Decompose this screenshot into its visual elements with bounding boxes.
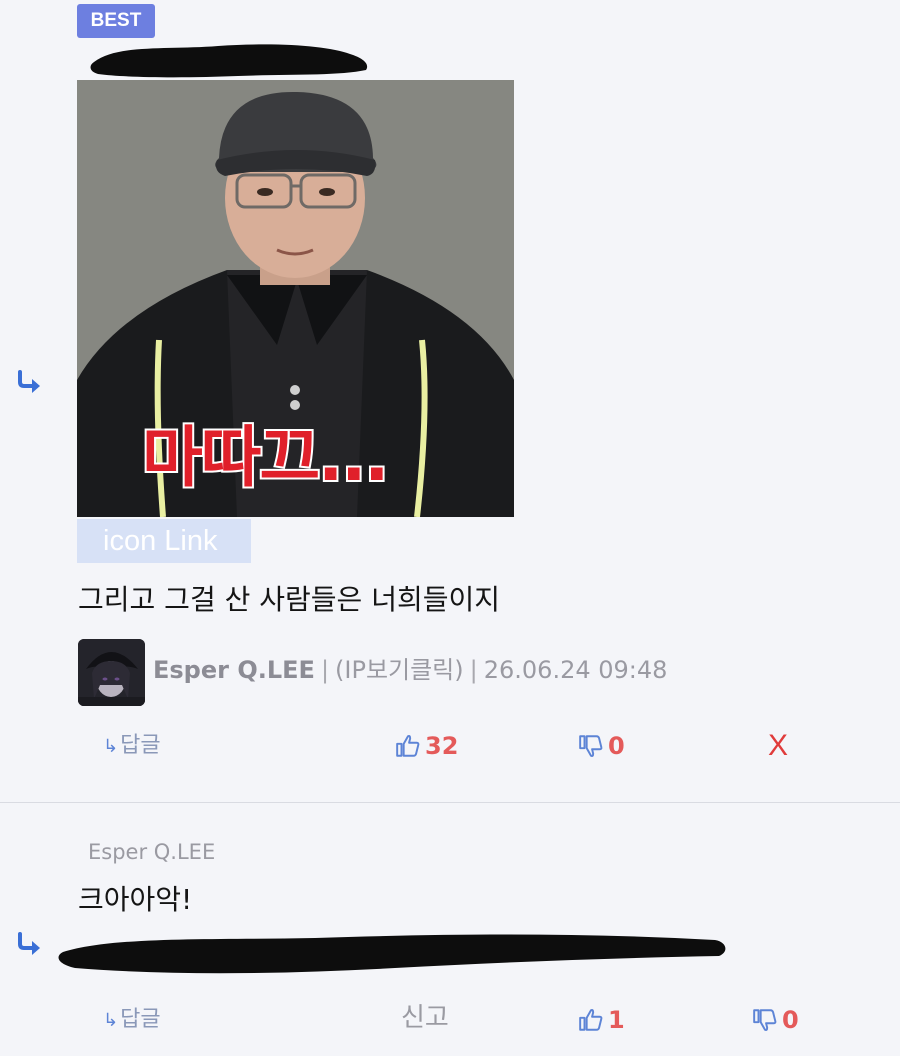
comment-datetime: 26.06.24 09:48 [483, 656, 668, 684]
upvote-count: 1 [608, 1006, 625, 1034]
author-line: Esper Q.LEE | (IP보기클릭) | 26.06.24 09:48 [153, 652, 667, 688]
reply-button[interactable]: ↳답글 [103, 728, 161, 764]
reply-arrow-icon [18, 370, 40, 393]
reply-to-author[interactable]: Esper Q.LEE [88, 840, 215, 864]
thumbs-up-icon [579, 1009, 603, 1031]
downvote-button[interactable]: 0 [578, 728, 625, 764]
reply-button[interactable]: ↳답글 [103, 1002, 161, 1038]
comment-text: 그리고 그걸 산 사람들은 너희들이지 [78, 583, 501, 616]
separator: | [469, 656, 478, 684]
best-badge: BEST [77, 4, 155, 38]
reply-label: 답글 [120, 1007, 161, 1032]
ip-view-link[interactable]: (IP보기클릭) [335, 656, 464, 684]
delete-button[interactable]: X [768, 728, 788, 764]
reply-arrow-icon: ↳ [103, 736, 119, 757]
avatar-image [78, 639, 145, 706]
avatar[interactable] [78, 639, 145, 706]
downvote-count: 0 [608, 732, 625, 760]
icon-link-button[interactable]: icon Link [77, 519, 251, 563]
meme-caption: 마따끄... [140, 417, 391, 498]
upvote-button[interactable]: 1 [578, 1002, 625, 1038]
reply-arrow-icon [18, 932, 40, 955]
separator: | [320, 656, 330, 684]
thumbs-up-icon [396, 735, 420, 757]
upvote-button[interactable]: 32 [395, 728, 458, 764]
thumbs-down-icon [579, 735, 603, 757]
reply-arrow-icon: ↳ [103, 1010, 119, 1031]
divider [0, 802, 900, 803]
redacted-author-line-2 [58, 934, 726, 974]
upvote-count: 32 [425, 732, 459, 760]
downvote-count: 0 [782, 1006, 799, 1034]
redacted-username-1 [90, 44, 368, 78]
author-name[interactable]: Esper Q.LEE [153, 656, 315, 684]
report-button[interactable]: 신고 [401, 998, 449, 1038]
downvote-button[interactable]: 0 [752, 1002, 799, 1038]
comment-text: 크아아악! [78, 883, 193, 916]
thumbs-down-icon [753, 1009, 777, 1031]
reply-label: 답글 [120, 733, 161, 758]
